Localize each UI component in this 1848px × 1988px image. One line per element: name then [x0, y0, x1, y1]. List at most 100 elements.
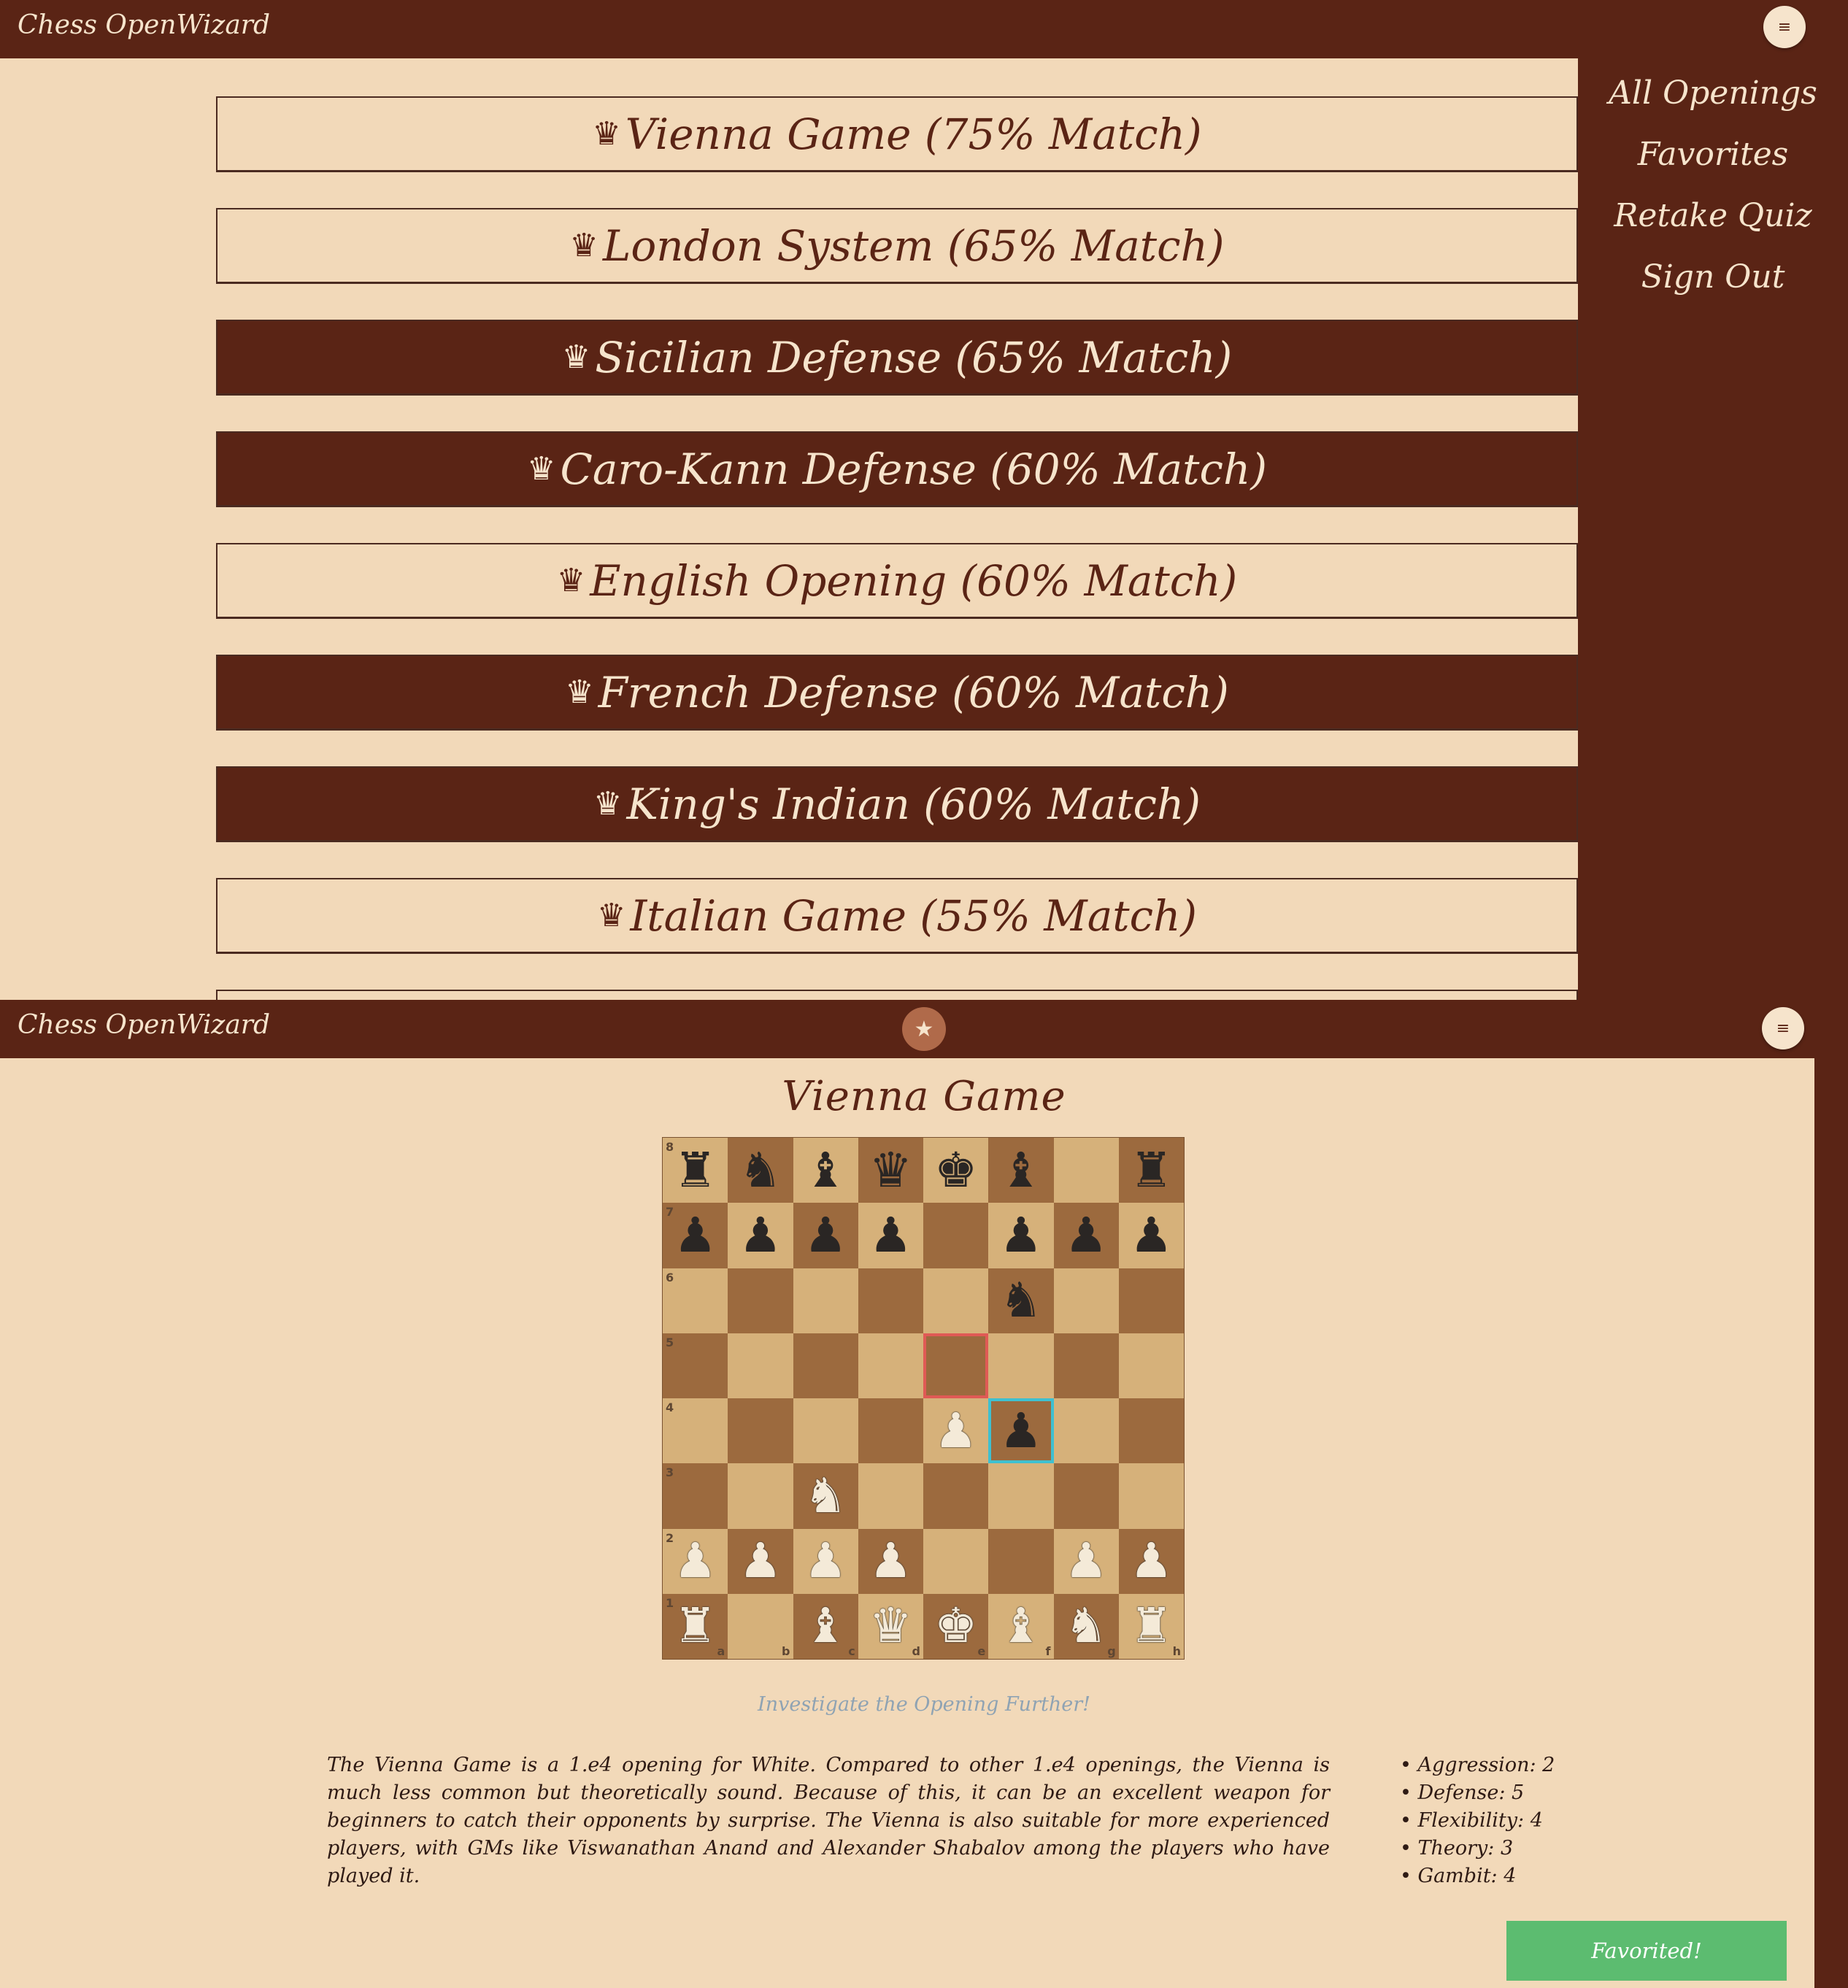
- board-square-d6[interactable]: [858, 1268, 923, 1333]
- board-square-d1[interactable]: d ♛: [858, 1593, 923, 1659]
- board-square-a1[interactable]: 1 a ♜: [663, 1593, 728, 1659]
- white-bishop-icon[interactable]: ♝: [999, 1602, 1042, 1650]
- white-pawn-icon[interactable]: ♟: [1130, 1537, 1173, 1585]
- board-square-f3[interactable]: [988, 1463, 1054, 1529]
- opening-result-item[interactable]: ♛ London System (65% Match): [216, 208, 1578, 284]
- black-pawn-icon[interactable]: ♟: [804, 1211, 847, 1260]
- board-square-a2[interactable]: 2 ♟: [663, 1528, 728, 1594]
- black-king-icon[interactable]: ♚: [934, 1146, 977, 1195]
- black-rook-icon[interactable]: ♜: [674, 1146, 717, 1195]
- side-menu-item[interactable]: Favorites: [1578, 124, 1848, 185]
- black-pawn-icon[interactable]: ♟: [739, 1211, 782, 1260]
- board-square-e3[interactable]: [923, 1463, 989, 1529]
- board-square-f6[interactable]: ♞: [988, 1268, 1054, 1333]
- side-menu-item[interactable]: All Openings: [1578, 63, 1848, 124]
- board-square-b3[interactable]: [728, 1463, 793, 1529]
- app-title[interactable]: Chess OpenWizard: [18, 10, 270, 40]
- opening-result-item[interactable]: ♛ French Defense (60% Match): [216, 655, 1578, 731]
- board-square-g1[interactable]: g ♞: [1053, 1593, 1119, 1659]
- board-square-h5[interactable]: [1118, 1333, 1184, 1398]
- board-square-b4[interactable]: [728, 1398, 793, 1464]
- board-square-a4[interactable]: 4: [663, 1398, 728, 1464]
- board-square-e5[interactable]: [923, 1333, 989, 1398]
- board-square-c4[interactable]: [793, 1398, 858, 1464]
- board-square-b6[interactable]: [728, 1268, 793, 1333]
- board-square-a5[interactable]: 5: [663, 1333, 728, 1398]
- board-square-h3[interactable]: [1118, 1463, 1184, 1529]
- board-square-d3[interactable]: [858, 1463, 923, 1529]
- opening-result-item[interactable]: ♛ King's Indian (60% Match): [216, 766, 1578, 842]
- black-pawn-icon[interactable]: ♟: [999, 1406, 1042, 1455]
- black-pawn-icon[interactable]: ♟: [999, 1211, 1042, 1260]
- white-rook-icon[interactable]: ♜: [674, 1602, 717, 1650]
- board-square-d8[interactable]: ♛: [858, 1138, 923, 1203]
- board-square-b1[interactable]: b: [728, 1593, 793, 1659]
- board-square-h2[interactable]: ♟: [1118, 1528, 1184, 1594]
- favorite-star-button[interactable]: ★: [902, 1007, 946, 1051]
- opening-result-item[interactable]: [216, 990, 1578, 1000]
- white-bishop-icon[interactable]: ♝: [804, 1602, 847, 1650]
- white-pawn-icon[interactable]: ♟: [804, 1537, 847, 1585]
- board-square-e1[interactable]: e ♚: [923, 1593, 989, 1659]
- board-square-g3[interactable]: [1053, 1463, 1119, 1529]
- board-square-d2[interactable]: ♟: [858, 1528, 923, 1594]
- opening-result-item[interactable]: ♛ English Opening (60% Match): [216, 543, 1578, 619]
- board-square-e7[interactable]: [923, 1203, 989, 1268]
- board-square-d4[interactable]: [858, 1398, 923, 1464]
- board-square-h4[interactable]: [1118, 1398, 1184, 1464]
- white-king-icon[interactable]: ♚: [934, 1602, 977, 1650]
- chess-board[interactable]: 8 ♜ ♞ ♝ ♛ ♚ ♝ ♜ 7 ♟ ♟ ♟ ♟ ♟ ♟ ♟ 6 ♞ 5 4 ♟ ♟ 3 ♞ 2 ♟ ♟ ♟ ♟ ♟ ♟ 1 a ♜ b c ♝ d ♛ e…: [663, 1138, 1184, 1659]
- black-queen-icon[interactable]: ♛: [869, 1146, 912, 1195]
- board-square-a6[interactable]: 6: [663, 1268, 728, 1333]
- board-square-c2[interactable]: ♟: [793, 1528, 858, 1594]
- board-square-a3[interactable]: 3: [663, 1463, 728, 1529]
- white-pawn-icon[interactable]: ♟: [869, 1537, 912, 1585]
- side-menu-item[interactable]: Retake Quiz: [1578, 185, 1848, 247]
- board-square-e4[interactable]: ♟: [923, 1398, 989, 1464]
- black-pawn-icon[interactable]: ♟: [1130, 1211, 1173, 1260]
- black-pawn-icon[interactable]: ♟: [1065, 1211, 1108, 1260]
- app-title[interactable]: Chess OpenWizard: [18, 1010, 270, 1040]
- board-square-c8[interactable]: ♝: [793, 1138, 858, 1203]
- side-menu-item[interactable]: Sign Out: [1578, 247, 1848, 308]
- board-square-h1[interactable]: h ♜: [1118, 1593, 1184, 1659]
- board-square-e2[interactable]: [923, 1528, 989, 1594]
- board-square-b5[interactable]: [728, 1333, 793, 1398]
- opening-result-item[interactable]: ♛ Caro-Kann Defense (60% Match): [216, 431, 1578, 507]
- board-square-f1[interactable]: f ♝: [988, 1593, 1054, 1659]
- white-rook-icon[interactable]: ♜: [1130, 1602, 1173, 1650]
- opening-result-item[interactable]: ♛ Vienna Game (75% Match): [216, 96, 1578, 172]
- board-square-g2[interactable]: ♟: [1053, 1528, 1119, 1594]
- board-square-d7[interactable]: ♟: [858, 1203, 923, 1268]
- white-pawn-icon[interactable]: ♟: [739, 1537, 782, 1585]
- white-pawn-icon[interactable]: ♟: [934, 1406, 977, 1455]
- board-square-b8[interactable]: ♞: [728, 1138, 793, 1203]
- black-knight-icon[interactable]: ♞: [739, 1146, 782, 1195]
- board-square-h7[interactable]: ♟: [1118, 1203, 1184, 1268]
- white-knight-icon[interactable]: ♞: [1065, 1602, 1108, 1650]
- menu-toggle-button[interactable]: ≡: [1762, 1007, 1804, 1049]
- board-square-h6[interactable]: [1118, 1268, 1184, 1333]
- black-bishop-icon[interactable]: ♝: [804, 1146, 847, 1195]
- board-square-b7[interactable]: ♟: [728, 1203, 793, 1268]
- black-knight-icon[interactable]: ♞: [999, 1276, 1042, 1325]
- menu-toggle-button[interactable]: ≡: [1763, 6, 1806, 48]
- board-square-e6[interactable]: [923, 1268, 989, 1333]
- board-square-c7[interactable]: ♟: [793, 1203, 858, 1268]
- opening-result-item[interactable]: ♛ Sicilian Defense (65% Match): [216, 320, 1578, 396]
- board-square-f2[interactable]: [988, 1528, 1054, 1594]
- opening-result-item[interactable]: ♛ Italian Game (55% Match): [216, 878, 1578, 954]
- board-square-a7[interactable]: 7 ♟: [663, 1203, 728, 1268]
- board-square-e8[interactable]: ♚: [923, 1138, 989, 1203]
- board-square-h8[interactable]: ♜: [1118, 1138, 1184, 1203]
- board-square-c5[interactable]: [793, 1333, 858, 1398]
- board-square-f4[interactable]: ♟: [988, 1398, 1054, 1464]
- white-knight-icon[interactable]: ♞: [804, 1471, 847, 1520]
- board-square-c1[interactable]: c ♝: [793, 1593, 858, 1659]
- board-square-c6[interactable]: [793, 1268, 858, 1333]
- board-square-f5[interactable]: [988, 1333, 1054, 1398]
- board-square-g8[interactable]: [1053, 1138, 1119, 1203]
- board-square-f8[interactable]: ♝: [988, 1138, 1054, 1203]
- black-pawn-icon[interactable]: ♟: [869, 1211, 912, 1260]
- board-square-d5[interactable]: [858, 1333, 923, 1398]
